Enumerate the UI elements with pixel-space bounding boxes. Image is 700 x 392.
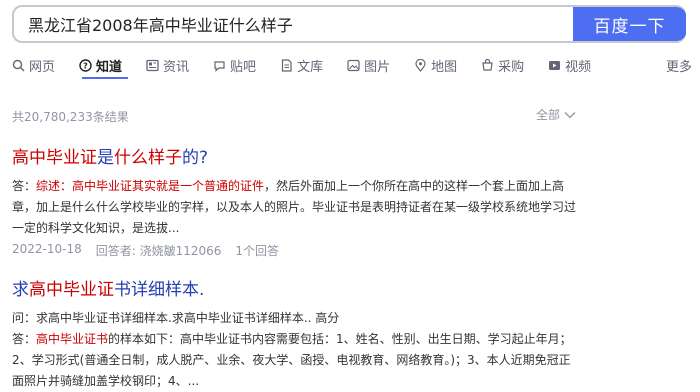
tab-label: 图片 [364,59,391,75]
tab-zhidao[interactable]: ? 知道 [79,54,122,76]
snippet-highlight: 高中毕业证书 [36,332,109,346]
result-date: 2022-10-18 [12,242,82,256]
filter-dropdown[interactable]: 全部 [536,106,576,123]
result-answerer: 回答者: 浇娆皺112066 [95,244,222,258]
map-icon [414,58,427,72]
question-icon: ? [79,58,92,72]
tab-label: 地图 [431,59,458,75]
tab-label: 文库 [297,59,324,75]
result-title-link[interactable]: 高中毕业证是什么样子的? [12,146,582,170]
search-button[interactable]: 百度一下 [573,7,686,41]
result-title-link[interactable]: 求高中毕业证书详细样本. [12,278,582,302]
tab-images[interactable]: 图片 [347,54,390,76]
search-result: 高中毕业证是什么样子的? 答：综述：高中毕业证其实就是一个普通的证件，然后外面加… [12,146,582,259]
snippet-highlight: 高中毕业证其实就是一个普通的证件 [72,179,265,193]
tab-label: 贴吧 [230,59,257,75]
tab-map[interactable]: 地图 [414,54,457,76]
cart-icon [481,58,494,72]
video-icon [548,59,561,72]
title-highlight: 高中毕业证 [29,280,114,300]
result-count: 共20,780,233条结果 [12,110,129,124]
title-highlight: 什么样子 [114,148,182,168]
news-icon [146,59,159,72]
tab-more[interactable]: 更多 [666,54,692,76]
tab-web[interactable]: 网页 [12,54,55,76]
search-icon [12,59,25,72]
answer-prefix: 答： [12,179,37,193]
tab-purchase[interactable]: 采购 [481,54,524,76]
summary-label: 综述： [36,179,73,193]
chevron-down-icon [564,108,576,122]
search-tabs: 网页 ? 知道 资讯 贴吧 文库 图片 地图 采购 视频 更多 [12,54,692,76]
tieba-icon [213,59,226,72]
result-meta: 2022-10-18 回答者: 浇娆皺112066 1个回答 [12,242,582,259]
tab-label: 采购 [498,59,525,75]
tab-tieba[interactable]: 贴吧 [213,54,256,76]
tab-label: 视频 [565,59,592,75]
search-box: 百度一下 [12,5,686,43]
title-text: 的? [182,148,209,168]
tab-wenku[interactable]: 文库 [280,54,323,76]
result-answer-count: 1个回答 [235,244,280,258]
question-text: 问：求高中毕业证书详细样本.求高中毕业证书详细样本.. 高分 [12,311,340,325]
svg-text:?: ? [83,61,88,70]
title-text: 求 [12,280,29,300]
result-snippet: 答：综述：高中毕业证其实就是一个普通的证件，然后外面加上一个你所在高中的这样一个… [12,176,582,239]
title-text: 是 [97,148,114,168]
tab-news[interactable]: 资讯 [146,54,189,76]
result-snippet: 问：求高中毕业证书详细样本.求高中毕业证书详细样本.. 高分 答：高中毕业证书的… [12,308,582,392]
tab-label: 资讯 [163,59,190,75]
search-result: 求高中毕业证书详细样本. 问：求高中毕业证书详细样本.求高中毕业证书详细样本..… [12,278,582,392]
active-tab-indicator [82,77,128,79]
tab-label: 更多 [665,59,692,75]
tab-label: 网页 [29,59,56,75]
image-icon [347,59,360,72]
answer-prefix: 答： [12,332,37,346]
title-highlight: 高中毕业证 [12,148,97,168]
tab-label: 知道 [96,59,123,75]
filter-label: 全部 [535,108,560,122]
title-text: 书详细样本. [114,280,205,300]
tab-video[interactable]: 视频 [548,54,591,76]
document-icon [280,58,293,72]
search-input[interactable] [14,7,573,41]
